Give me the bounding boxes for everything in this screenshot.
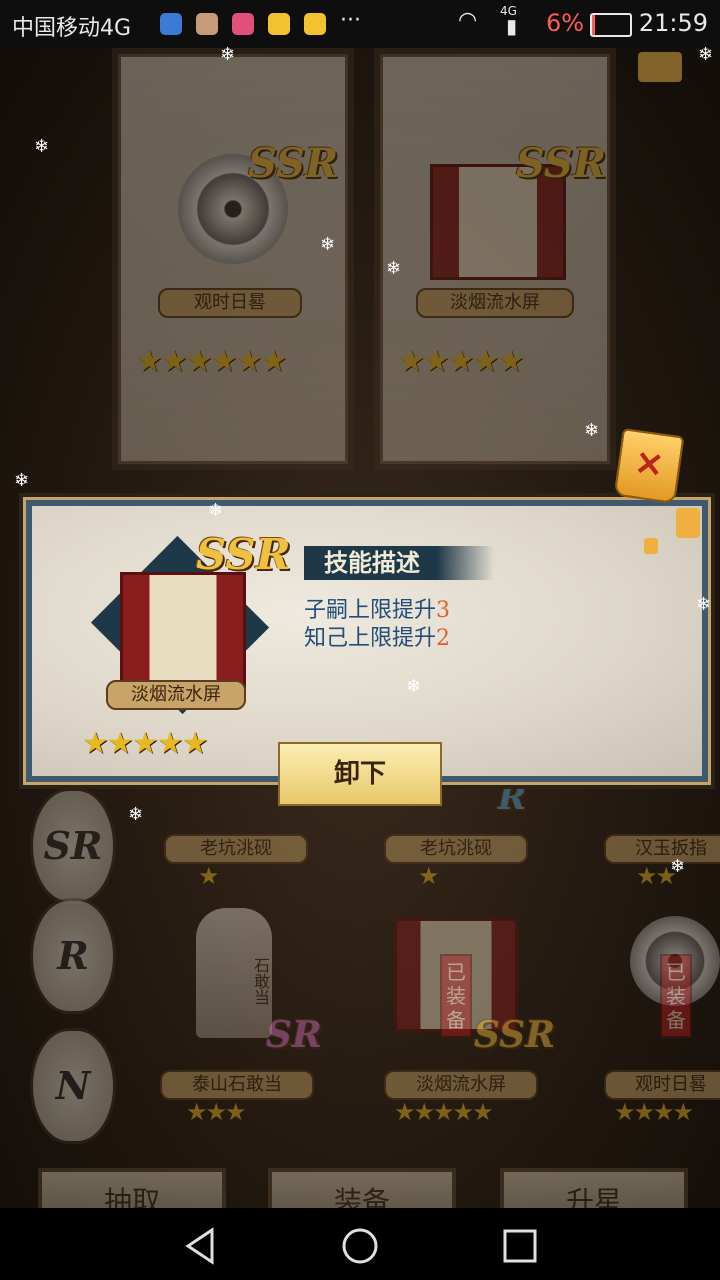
sky-lantern-icon [676, 508, 700, 538]
snowflake-icon: ❄ [128, 804, 144, 825]
equipped-badge: 已装备 [440, 954, 472, 1038]
star-rating: ★★★★★★ [136, 344, 287, 379]
grid-item-stars: ★ [198, 862, 219, 890]
status-bar: 中国移动4G ··· ◠ 4G ▮ 6% 21:59 [0, 0, 720, 48]
back-icon[interactable] [180, 1226, 220, 1266]
rarity-badge: SSR [196, 530, 291, 579]
snowflake-icon: ❄ [698, 44, 714, 65]
skill-label: 知己上限提升 [304, 626, 437, 651]
item-card-sundial[interactable]: SSR 观时日晷 ★★★★★★ [112, 48, 354, 470]
avatar-app-icon [196, 13, 218, 35]
snowflake-icon: ❄ [208, 500, 224, 521]
wifi-icon: ◠ [458, 8, 478, 33]
snowflake-icon: ❄ [696, 594, 712, 615]
item-name-plaque: 淡烟流水屏 [416, 288, 574, 318]
grid-item-name[interactable]: 观时日晷 [604, 1070, 720, 1100]
grid-item-name[interactable]: 泰山石敢当 [160, 1070, 314, 1100]
item-name-plaque: 淡烟流水屏 [106, 680, 246, 710]
snowflake-icon: ❄ [14, 470, 30, 491]
star-rating: ★★★★★ [398, 344, 524, 379]
home-icon[interactable] [340, 1226, 380, 1266]
recents-icon[interactable] [500, 1226, 540, 1266]
rarity-badge: SSR [474, 1014, 556, 1056]
star-rating: ★★★★★ [82, 726, 208, 761]
snowflake-icon: ❄ [406, 676, 422, 697]
item-detail-dialog: SSR 淡烟流水屏 ★★★★★ 技能描述 子嗣上限提升3 知己上限提升2 [26, 500, 708, 782]
grid-item-name[interactable]: 汉玉扳指 [604, 834, 720, 864]
sky-lantern-icon [644, 538, 658, 554]
snowflake-icon: ❄ [670, 856, 686, 877]
snowflake-icon: ❄ [320, 234, 336, 255]
rarity-badge: R [498, 778, 527, 818]
rarity-badge: SSR [516, 140, 607, 187]
carrier-label: 中国移动4G [12, 16, 132, 41]
item-card-screen[interactable]: SSR 淡烟流水屏 ★★★★★ [374, 48, 616, 470]
skill-line-2: 知己上限提升2 [304, 620, 450, 652]
grid-item-name[interactable]: 淡烟流水屏 [384, 1070, 538, 1100]
clock: 21:59 [638, 9, 708, 37]
sky-lantern-icon [638, 52, 682, 82]
grid-item-stars: ★ [418, 862, 439, 890]
filter-lantern-r[interactable]: R [30, 898, 116, 1014]
battery-percent: 6% [546, 9, 585, 37]
filter-lantern-n[interactable]: N [30, 1028, 116, 1144]
weibo-icon-2 [304, 13, 326, 35]
weibo-icon [268, 13, 290, 35]
battery-icon [590, 13, 632, 37]
more-notifications-icon: ··· [340, 8, 361, 33]
signal-icon: ▮ [506, 14, 518, 38]
unequip-button[interactable]: 卸下 [278, 742, 442, 806]
rarity-badge: SR [266, 1014, 322, 1056]
snowflake-icon: ❄ [386, 258, 402, 279]
folding-screen-icon [120, 572, 246, 688]
pink-app-icon [232, 13, 254, 35]
equipped-badge: 已装备 [660, 954, 692, 1038]
close-icon[interactable]: × [613, 428, 685, 504]
snowflake-icon: ❄ [34, 136, 50, 157]
skill-value: 2 [436, 626, 451, 651]
grid-item-stars: ★★★★★ [394, 1098, 494, 1126]
grid-item-name[interactable]: 老坑洮砚 [384, 834, 528, 864]
item-name-plaque: 观时日晷 [158, 288, 302, 318]
snowflake-icon: ❄ [220, 44, 236, 65]
skill-description-header: 技能描述 [304, 546, 494, 580]
grid-item-name[interactable]: 老坑洮砚 [164, 834, 308, 864]
stone-tablet-icon: 石敢当 [196, 908, 272, 1038]
grid-item-stars: ★★★★ [614, 1098, 694, 1126]
grid-item-stars: ★★★ [186, 1098, 247, 1126]
filter-lantern-ssr[interactable]: SR [30, 788, 116, 904]
system-nav-bar [0, 1208, 720, 1280]
location-app-icon [160, 13, 182, 35]
snowflake-icon: ❄ [584, 420, 600, 441]
rarity-badge: SSR [248, 140, 339, 187]
